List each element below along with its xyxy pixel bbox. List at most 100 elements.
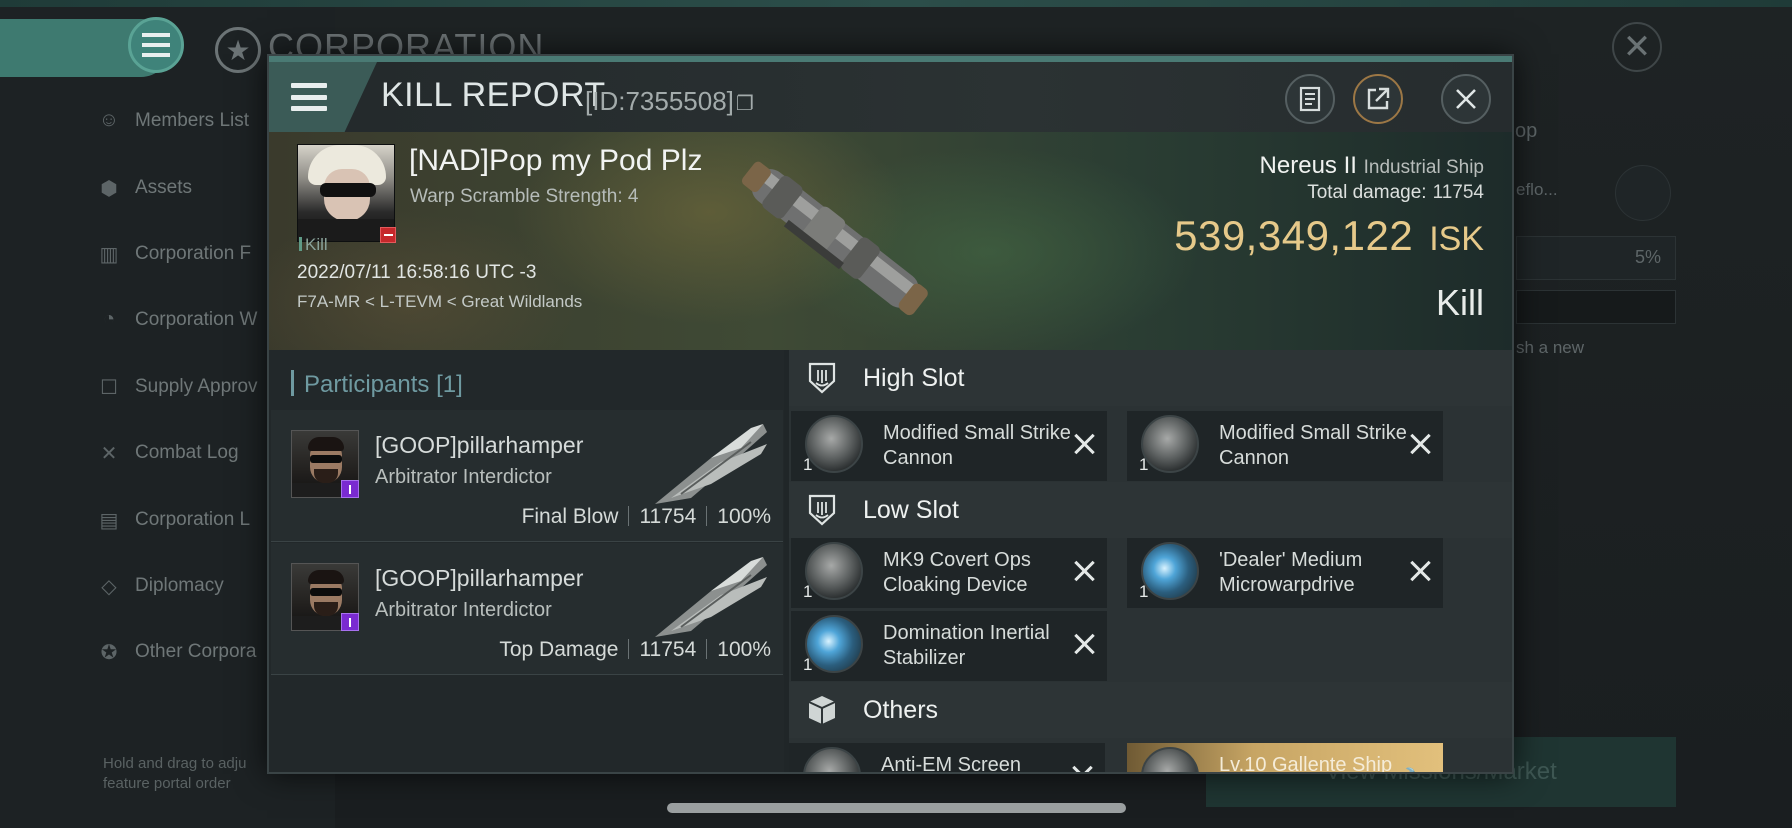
sidebar-item-corporation-log[interactable]: ▤ Corporation L <box>95 486 295 552</box>
participant-ship: Arbitrator Interdictor <box>375 466 552 488</box>
inertial-stabilizer-icon <box>805 615 863 673</box>
microwarpdrive-icon <box>1141 542 1199 600</box>
log-icon: ▤ <box>99 509 119 532</box>
destroyed-x-icon <box>1073 433 1095 455</box>
participant-row[interactable]: [GOOP]pillarhamper Arbitrator Interdicto… <box>271 543 783 675</box>
share-button[interactable] <box>1353 74 1403 124</box>
cannon-icon <box>1141 415 1199 473</box>
sidebar-item-label: Supply Approv <box>135 375 258 397</box>
kill-tag: Kill <box>299 235 328 255</box>
kill-location[interactable]: F7A-MR < L-TEVM < Great Wildlands <box>297 292 582 312</box>
module-name: 'Dealer' Medium Microwarpdrive <box>1219 549 1363 596</box>
total-damage: Total damage: 11754 <box>1307 182 1484 204</box>
background-fragment-new: sh a new <box>1516 338 1585 357</box>
module-quantity: 1 <box>803 455 813 474</box>
participant-damage-percent: 100% <box>717 638 771 661</box>
chart-icon: ▥ <box>99 243 119 266</box>
fitted-module[interactable]: 1 Modified Small Strike Cannon <box>791 411 1107 481</box>
sidebar-hint: Hold and drag to adju feature portal ord… <box>103 755 247 792</box>
menu-icon <box>291 83 327 111</box>
others-label: Others <box>863 695 939 724</box>
members-icon: ☺ <box>98 109 120 132</box>
other-item[interactable]: Anti-EM Screen <box>789 743 1105 774</box>
module-quantity: 1 <box>803 582 813 601</box>
others-header: Others <box>789 682 1512 738</box>
total-damage-value: 11754 <box>1432 182 1484 203</box>
top-status-bar <box>0 0 1792 7</box>
participant-ship-image <box>655 557 767 637</box>
menu-icon <box>142 33 170 57</box>
kill-report-id-text: [ID:7355508] <box>585 86 734 116</box>
victim-ship-image <box>741 161 928 316</box>
background-fragment-pop: op <box>1515 120 1538 142</box>
high-slot-label: High Slot <box>863 363 965 392</box>
pie-icon: ◔ <box>102 308 116 331</box>
sidebar-item-other-corporations[interactable]: ✪ Other Corpora <box>95 619 295 685</box>
participant-role: Top Damage <box>499 638 619 661</box>
isk-unit: ISK <box>1429 220 1484 258</box>
sidebar-item-supply-approval[interactable]: ☐ Supply Approv <box>95 354 295 420</box>
participant-row[interactable]: [GOOP]pillarhamper Arbitrator Interdicto… <box>271 410 783 542</box>
standing-badge <box>341 480 359 498</box>
fitted-module[interactable]: 1 'Dealer' Medium Microwarpdrive <box>1127 538 1443 608</box>
hostile-standing-badge <box>380 227 396 243</box>
modal-menu-button[interactable] <box>269 62 377 132</box>
participant-ship-image <box>655 424 767 504</box>
participant-damage: 11754 <box>639 638 697 661</box>
fitted-module[interactable]: 1 Modified Small Strike Cannon <box>1127 411 1443 481</box>
modal-close-button[interactable] <box>1441 74 1491 124</box>
home-indicator[interactable] <box>667 803 1126 813</box>
kill-report-id[interactable]: [ID:7355508] ❐ <box>585 86 754 117</box>
modal-title: KILL REPORT <box>381 76 606 114</box>
destroyed-x-icon <box>1409 560 1431 582</box>
copy-icon[interactable]: ❐ <box>736 93 754 115</box>
participant-stats: Final Blow 11754 100% <box>522 505 771 529</box>
sidebar-item-corporation-finance[interactable]: ▥ Corporation F <box>95 221 295 287</box>
module-name: Domination Inertial Stabilizer <box>883 622 1050 669</box>
sidebar-item-label: Corporation L <box>135 508 251 530</box>
standing-badge <box>341 613 359 631</box>
participants-count: [1] <box>436 371 463 398</box>
participants-header: Participants [1] <box>291 370 463 399</box>
high-slot-icon <box>805 360 839 396</box>
page-close-button[interactable]: ✕ <box>1612 22 1662 72</box>
sidebar-item-assets[interactable]: ⬢ Assets <box>95 154 295 220</box>
fitted-module[interactable]: 1 MK9 Covert Ops Cloaking Device <box>791 538 1107 608</box>
handshake-icon: ◇ <box>101 575 117 598</box>
low-slot-header: Low Slot <box>789 482 1512 538</box>
main-menu-button[interactable] <box>128 17 184 73</box>
sidebar-item-combat-log[interactable]: ✕ Combat Log <box>95 420 295 486</box>
sidebar-item-members-list[interactable]: ☺ Members List <box>95 88 295 154</box>
background-share-button <box>1615 165 1671 221</box>
sidebar-item-corporation-wallet[interactable]: ◔ Corporation W <box>95 287 295 353</box>
fitted-module[interactable]: 1 Domination Inertial Stabilizer <box>791 611 1107 681</box>
destroyed-x-icon <box>1073 560 1095 582</box>
sidebar-item-label: Corporation F <box>135 242 252 264</box>
item-name: Anti-EM Screen <box>881 754 1022 774</box>
victim-summary: [NAD]Pop my Pod Plz Warp Scramble Streng… <box>269 132 1512 350</box>
supply-icon: ☐ <box>100 376 118 399</box>
isk-value: 539,349,122 ISK <box>1174 212 1484 260</box>
participant-name: [GOOP]pillarhamper <box>375 565 584 591</box>
sidebar-item-diplomacy[interactable]: ◇ Diplomacy <box>95 553 295 619</box>
victim-ship-name[interactable]: Nereus II Industrial Ship <box>1260 152 1484 180</box>
sidebar-item-label: Assets <box>135 176 193 198</box>
participant-role: Final Blow <box>521 505 619 528</box>
destroyed-x-icon <box>1409 433 1431 455</box>
module-name: Modified Small Strike Cannon <box>1219 422 1407 469</box>
ship-class-text: Industrial Ship <box>1363 157 1484 178</box>
participant-damage: 11754 <box>639 505 697 528</box>
participant-stats: Top Damage 11754 100% <box>499 638 771 662</box>
report-document-button[interactable] <box>1285 74 1335 124</box>
victim-name[interactable]: [NAD]Pop my Pod Plz <box>409 144 702 178</box>
other-item[interactable]: Lv.10 Gallente Ship 🔧 <box>1127 743 1443 772</box>
participants-label: Participants <box>304 371 430 398</box>
cargo-box-icon <box>805 692 839 728</box>
low-slot-label: Low Slot <box>863 495 959 524</box>
high-slot-header: High Slot <box>789 350 1512 406</box>
ship-name-text: Nereus II <box>1259 152 1357 179</box>
ship-skin-icon <box>1141 747 1199 772</box>
sidebar-item-label: Corporation W <box>135 309 258 331</box>
background-input-bar <box>1516 290 1676 324</box>
participant-damage-percent: 100% <box>717 505 771 528</box>
